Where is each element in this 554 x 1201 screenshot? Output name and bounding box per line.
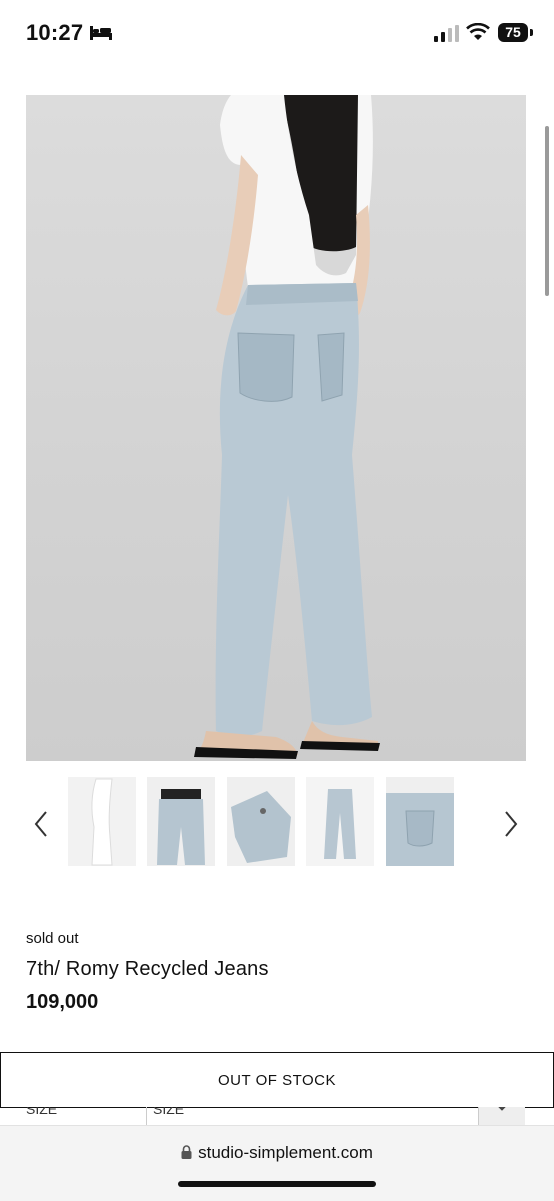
chevron-left-icon bbox=[34, 811, 47, 837]
size-option-row: SIZE SIZE bbox=[0, 1107, 554, 1125]
size-dropdown-toggle[interactable] bbox=[478, 1107, 525, 1125]
chevron-right-icon bbox=[505, 811, 518, 837]
url-display[interactable]: studio-simplement.com bbox=[0, 1143, 554, 1163]
chevron-down-icon bbox=[498, 1107, 506, 1111]
browser-address-bar[interactable]: studio-simplement.com bbox=[0, 1125, 554, 1201]
thumbnail-5[interactable] bbox=[386, 777, 454, 866]
clock: 10:27 bbox=[26, 20, 84, 45]
stock-status: sold out bbox=[26, 930, 79, 947]
wifi-icon bbox=[466, 23, 490, 40]
signal-icon bbox=[434, 25, 459, 42]
product-name: 7th/ Romy Recycled Jeans bbox=[26, 958, 269, 980]
lock-icon bbox=[181, 1145, 192, 1159]
thumbnail-4-image bbox=[306, 777, 374, 866]
thumbnail-3[interactable] bbox=[227, 777, 295, 866]
battery-cap bbox=[530, 29, 533, 36]
url-text: studio-simplement.com bbox=[198, 1143, 373, 1162]
size-select-value: SIZE bbox=[153, 1107, 185, 1117]
next-image-button[interactable] bbox=[496, 806, 526, 842]
bed-icon bbox=[90, 26, 112, 40]
home-indicator[interactable] bbox=[178, 1181, 376, 1187]
previous-image-button[interactable] bbox=[26, 806, 56, 842]
thumbnail-2-image bbox=[147, 777, 215, 866]
thumbnail-5-image bbox=[386, 777, 454, 866]
main-product-image[interactable] bbox=[26, 95, 526, 761]
model-photo bbox=[194, 95, 380, 759]
scrollbar[interactable] bbox=[545, 126, 549, 296]
thumbnail-2[interactable] bbox=[147, 777, 215, 866]
thumbnail-3-image bbox=[227, 777, 295, 866]
battery-icon: 75 bbox=[498, 23, 528, 42]
status-bar: 10:27 75 bbox=[0, 0, 554, 70]
size-label: SIZE bbox=[26, 1107, 58, 1117]
out-of-stock-button[interactable]: OUT OF STOCK bbox=[0, 1052, 554, 1108]
product-price: 109,000 bbox=[26, 991, 99, 1013]
thumbnail-1-image bbox=[68, 777, 136, 866]
thumbnail-1[interactable] bbox=[68, 777, 136, 866]
thumbnail-4[interactable] bbox=[306, 777, 374, 866]
size-select[interactable]: SIZE bbox=[146, 1107, 527, 1125]
